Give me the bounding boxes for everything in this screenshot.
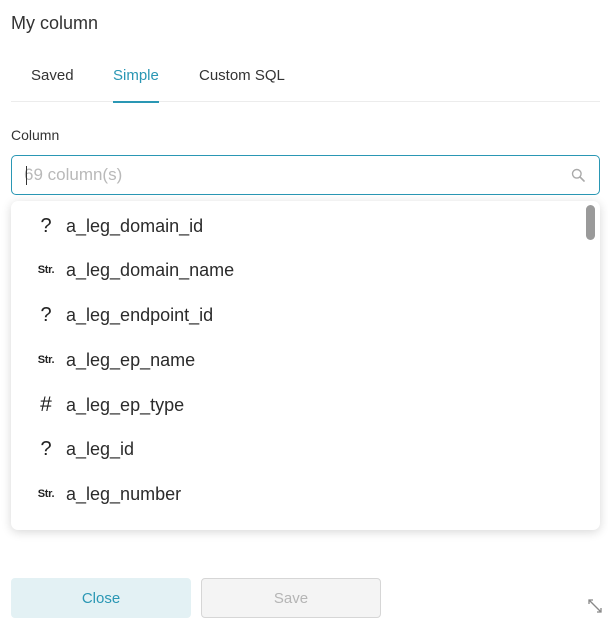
tab-bar: Saved Simple Custom SQL	[11, 56, 600, 103]
column-option[interactable]: Str. a_leg_number	[11, 472, 581, 516]
column-option-name: a_leg_number	[66, 484, 182, 504]
text-caret	[26, 166, 27, 185]
column-option[interactable]: ? a_leg_endpoint_id	[11, 293, 581, 337]
panel-title: My column	[11, 13, 99, 33]
unknown-type-icon: ?	[40, 437, 52, 460]
column-option-name: a_leg_ep_type	[66, 395, 185, 415]
save-button[interactable]: Save	[201, 578, 381, 618]
resize-icon[interactable]	[587, 598, 603, 614]
number-type-icon: #	[40, 393, 52, 416]
column-option-name: a_leg_ep_name	[66, 350, 196, 370]
dropdown-scrollbar[interactable]	[586, 205, 595, 240]
close-button[interactable]: Close	[11, 578, 191, 618]
unknown-type-icon: ?	[40, 214, 52, 237]
column-editor-panel: My column Saved Simple Custom SQL Column…	[0, 0, 608, 627]
column-dropdown-list: ? a_leg_domain_id Str. a_leg_domain_name…	[11, 201, 600, 530]
column-option-name: a_leg_domain_id	[66, 216, 204, 236]
string-type-icon: Str.	[37, 354, 55, 366]
column-search-box[interactable]	[11, 155, 600, 195]
tab-custom-sql[interactable]: Custom SQL	[199, 66, 285, 102]
column-option-name: a_leg_domain_name	[66, 260, 235, 280]
tab-simple[interactable]: Simple	[113, 66, 159, 103]
column-option[interactable]: Str. a_leg_domain_name	[11, 248, 581, 292]
column-option[interactable]: ? a_leg_id	[11, 427, 581, 471]
column-option-name: a_leg_endpoint_id	[66, 305, 214, 325]
column-field-label: Column	[11, 127, 60, 143]
unknown-type-icon: ?	[40, 303, 52, 326]
column-option-name: a_leg_id	[66, 439, 135, 459]
string-type-icon: Str.	[37, 488, 55, 500]
column-option[interactable]: ? a_leg_domain_id	[11, 204, 581, 248]
column-option[interactable]: Str. a_leg_ep_name	[11, 338, 581, 382]
string-type-icon: Str.	[37, 264, 55, 276]
tab-saved[interactable]: Saved	[31, 66, 74, 102]
search-icon	[571, 168, 585, 182]
column-search-input[interactable]	[24, 156, 564, 194]
column-option[interactable]: # a_leg_ep_type	[11, 383, 581, 427]
